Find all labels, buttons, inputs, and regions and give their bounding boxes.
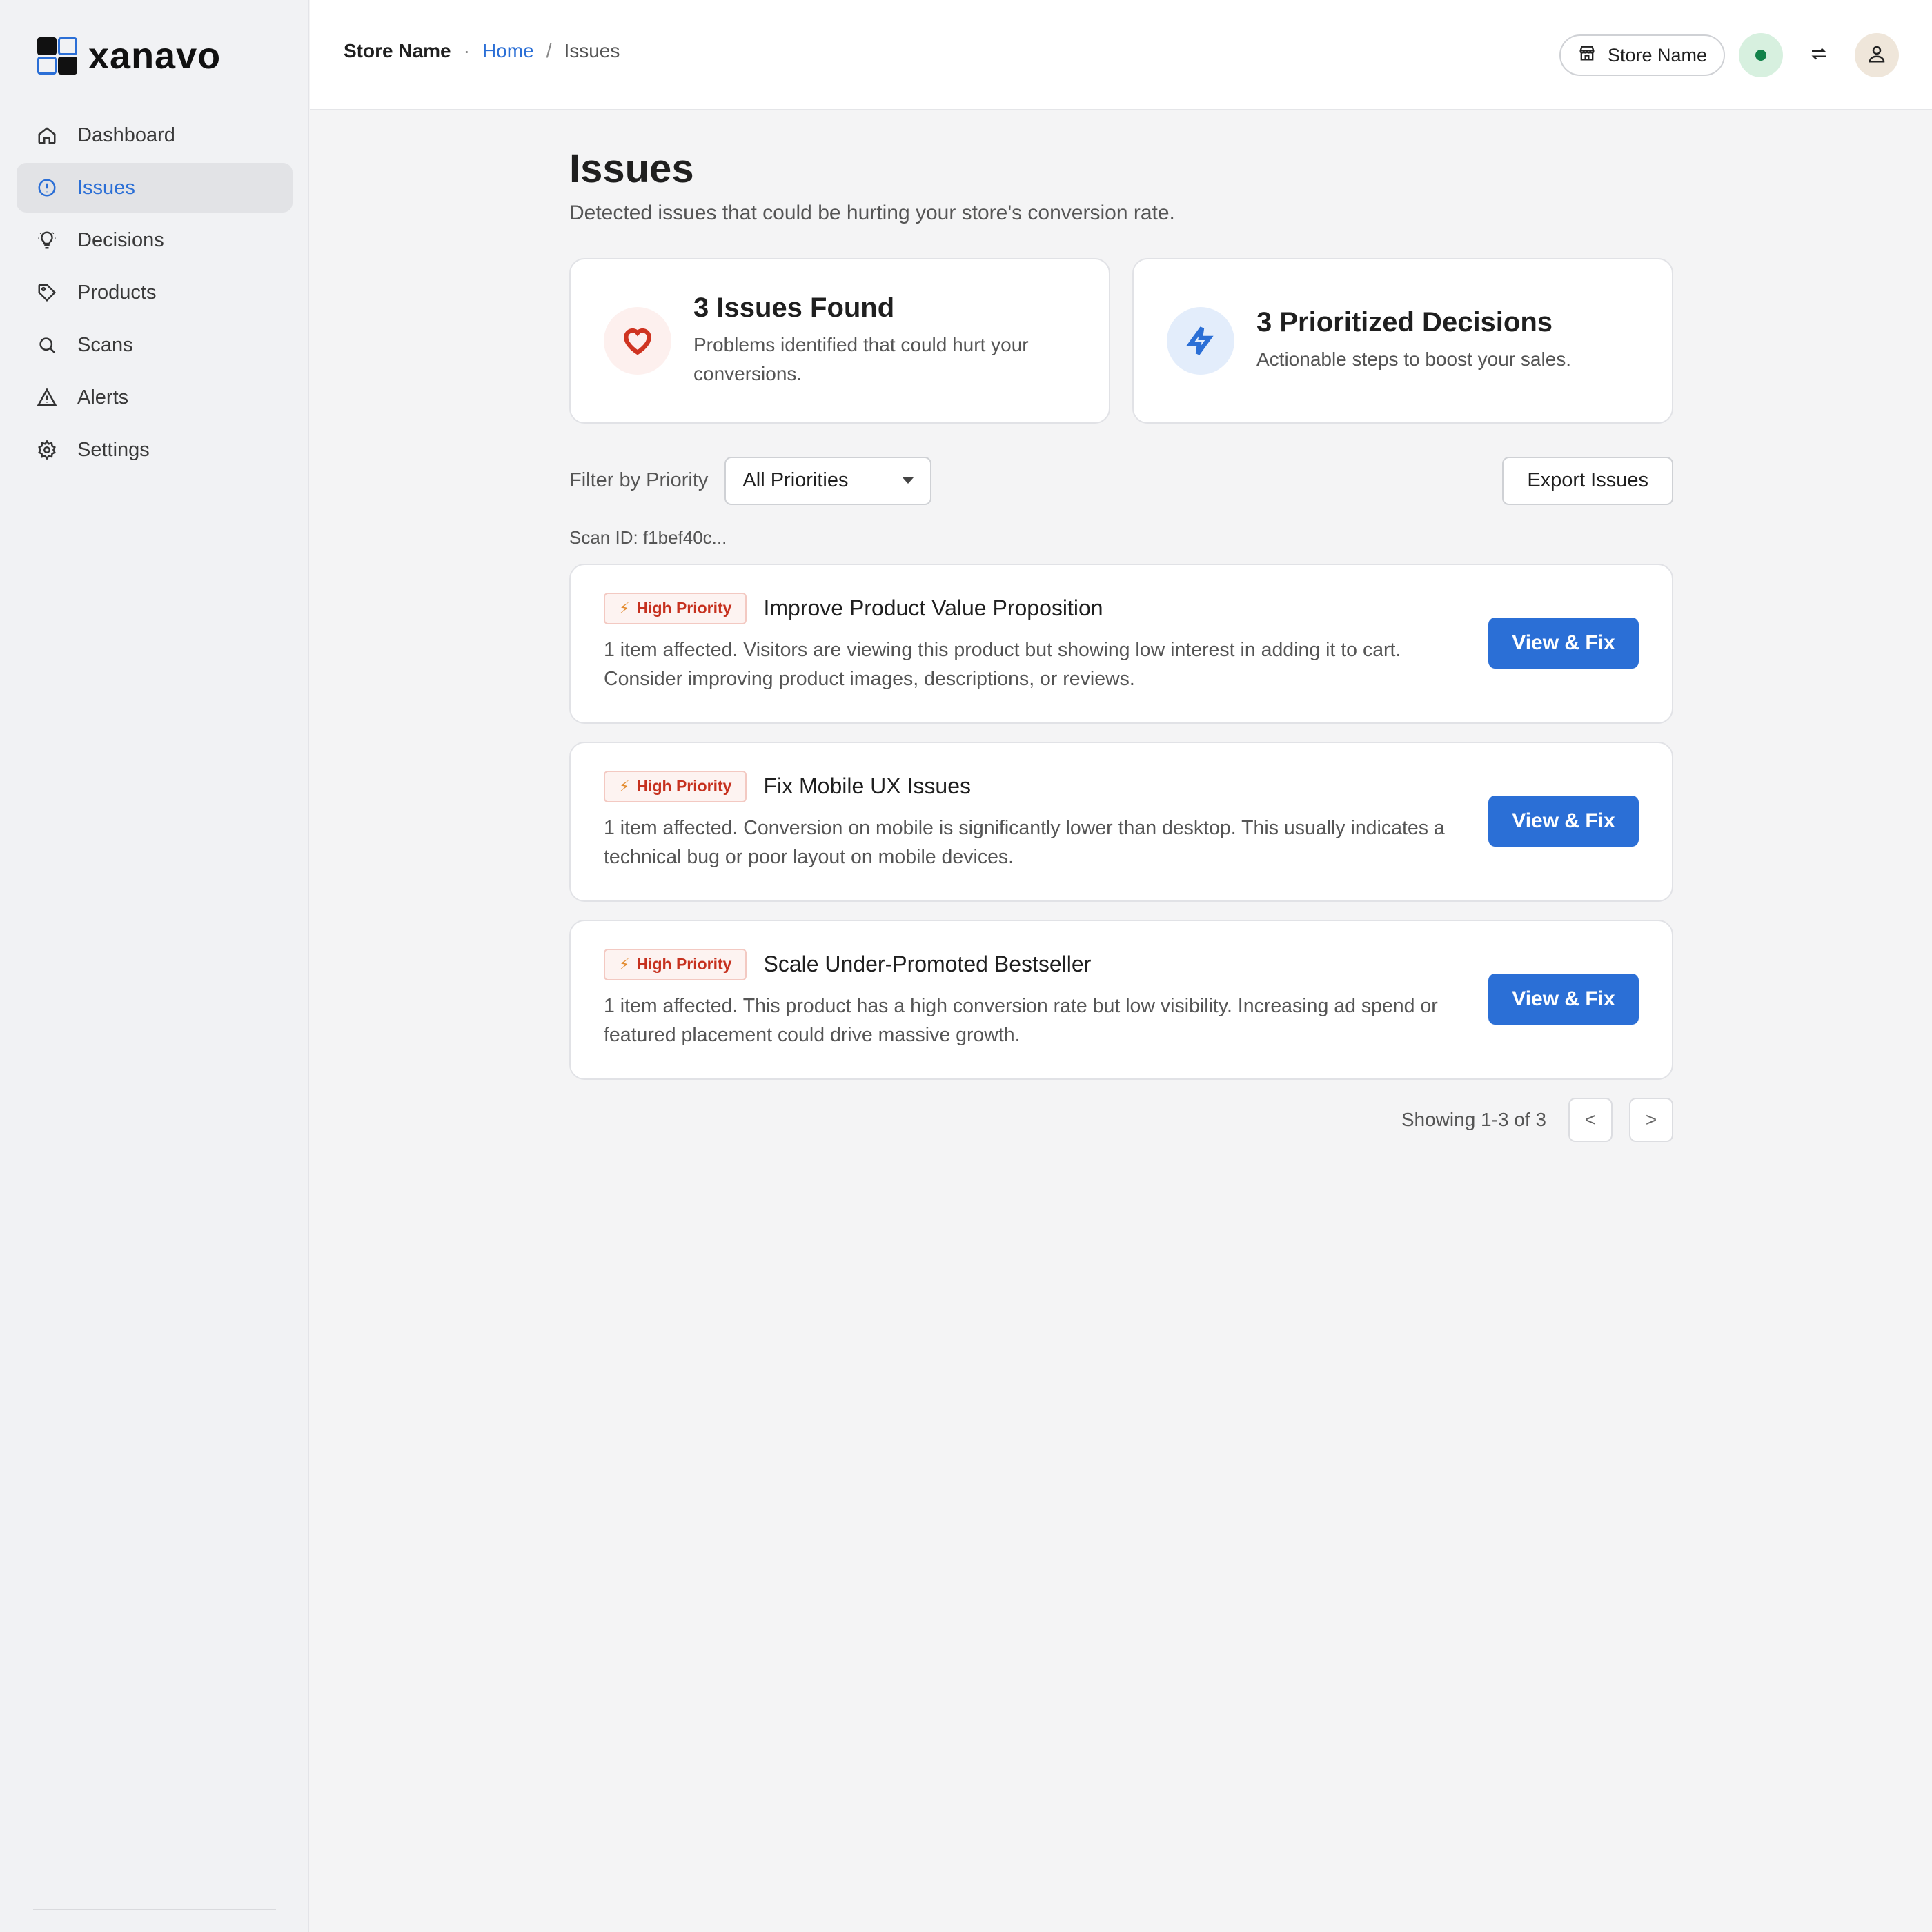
user-icon — [1866, 43, 1887, 68]
breadcrumb-separator: / — [546, 40, 552, 61]
sidebar-item-label: Issues — [77, 176, 135, 199]
issue-title: Fix Mobile UX Issues — [763, 773, 971, 799]
sync-button[interactable] — [1797, 33, 1841, 77]
search-icon — [36, 334, 58, 356]
status-dot — [1755, 50, 1766, 61]
issue-title: Scale Under-Promoted Bestseller — [763, 952, 1092, 977]
connection-status-indicator[interactable] — [1739, 33, 1783, 77]
sidebar-item-label: Products — [77, 281, 157, 304]
sidebar-item-decisions[interactable]: Decisions — [17, 215, 293, 265]
scan-id: Scan ID: f1bef40c... — [569, 526, 727, 548]
breadcrumb: Store Name · Home / Issues — [344, 40, 620, 62]
filter-label: Filter by Priority — [569, 469, 709, 492]
main-content: Issues Detected issues that could be hur… — [569, 110, 1673, 1142]
filter-row: Filter by Priority All Priorities Export… — [569, 456, 1673, 505]
breadcrumb-dot: · — [463, 40, 470, 61]
stat-description: Problems identified that could hurt your… — [693, 334, 1029, 385]
priority-badge: ⚡ High Priority — [604, 770, 747, 802]
app-root: xanavo Dashboard Issues Decisions Produc… — [0, 0, 1932, 1932]
store-pill-label: Store Name — [1607, 44, 1707, 66]
logo-mark-icon — [37, 37, 79, 75]
priority-filter: Filter by Priority All Priorities — [569, 456, 932, 505]
tag-icon — [36, 282, 58, 304]
issue-title: Improve Product Value Proposition — [763, 595, 1103, 621]
issues-found-card: 3 Issues Found Problems identified that … — [569, 257, 1110, 424]
priority-label: High Priority — [636, 599, 732, 618]
priority-badge: ⚡ High Priority — [604, 948, 747, 980]
view-fix-button[interactable]: View & Fix — [1488, 795, 1639, 847]
priority-select[interactable]: All Priorities — [724, 456, 932, 505]
sidebar-item-scans[interactable]: Scans — [17, 320, 293, 370]
page-subtitle: Detected issues that could be hurting yo… — [569, 201, 1175, 224]
sidebar-item-issues[interactable]: Issues — [17, 163, 293, 213]
stat-title: 3 Issues Found — [693, 293, 895, 324]
decisions-card: 3 Prioritized Decisions Actionable steps… — [1132, 257, 1673, 424]
next-page-button[interactable]: > — [1629, 1097, 1673, 1142]
breadcrumb-current: Issues — [564, 40, 620, 61]
sidebar-item-dashboard[interactable]: Dashboard — [17, 110, 293, 160]
logo[interactable]: xanavo — [37, 37, 221, 75]
sidebar-item-settings[interactable]: Settings — [17, 425, 293, 475]
issue-list: ⚡ High Priority Improve Product Value Pr… — [569, 563, 1673, 1080]
heart-icon — [604, 306, 671, 375]
lightning-icon — [1167, 306, 1234, 375]
store-switcher-button[interactable]: Store Name — [1559, 34, 1725, 76]
view-fix-button[interactable]: View & Fix — [1488, 617, 1639, 669]
issue-description: 1 item affected. This product has a high… — [604, 994, 1438, 1047]
priority-select-value: All Priorities — [742, 469, 849, 492]
sidebar-item-label: Scans — [77, 333, 133, 356]
sidebar-nav: Dashboard Issues Decisions Products Scan… — [17, 110, 293, 477]
top-header: Store Name · Home / Issues Store Name — [310, 0, 1932, 110]
warning-triangle-icon — [36, 386, 58, 408]
issue-card: ⚡ High Priority Improve Product Value Pr… — [569, 563, 1673, 724]
sidebar-item-alerts[interactable]: Alerts — [17, 373, 293, 422]
issue-card: ⚡ High Priority Fix Mobile UX Issues 1 i… — [569, 741, 1673, 902]
sidebar: xanavo Dashboard Issues Decisions Produc… — [0, 0, 309, 1932]
priority-label: High Priority — [636, 777, 732, 796]
sidebar-item-label: Alerts — [77, 386, 129, 408]
stat-description: Actionable steps to boost your sales. — [1256, 348, 1572, 371]
chevron-down-icon — [903, 477, 914, 484]
prev-page-button[interactable]: < — [1568, 1097, 1613, 1142]
bolt-icon: ⚡ — [619, 777, 630, 795]
view-fix-button[interactable]: View & Fix — [1488, 973, 1639, 1025]
home-icon — [36, 124, 58, 146]
store-icon — [1577, 43, 1597, 68]
stats-row: 3 Issues Found Problems identified that … — [569, 257, 1673, 424]
issue-card: ⚡ High Priority Scale Under-Promoted Bes… — [569, 919, 1673, 1080]
issue-description: 1 item affected. Conversion on mobile is… — [604, 816, 1445, 869]
bolt-icon: ⚡ — [619, 599, 630, 617]
sidebar-divider — [33, 1909, 276, 1910]
sidebar-item-label: Dashboard — [77, 124, 175, 146]
export-issues-button[interactable]: Export Issues — [1502, 456, 1673, 505]
sidebar-item-label: Settings — [77, 438, 150, 461]
sidebar-item-label: Decisions — [77, 228, 164, 251]
gear-icon — [36, 439, 58, 461]
priority-badge: ⚡ High Priority — [604, 592, 747, 624]
pagination-info: Showing 1-3 of 3 — [1401, 1108, 1546, 1130]
stat-title: 3 Prioritized Decisions — [1256, 307, 1553, 338]
lightbulb-icon — [36, 229, 58, 251]
store-name: Store Name — [344, 40, 451, 61]
logo-text: xanavo — [88, 35, 221, 77]
breadcrumb-home-link[interactable]: Home — [482, 40, 534, 62]
issue-description: 1 item affected. Visitors are viewing th… — [604, 638, 1401, 691]
priority-label: High Priority — [636, 955, 732, 974]
bolt-icon: ⚡ — [619, 955, 630, 973]
sidebar-item-products[interactable]: Products — [17, 268, 293, 317]
alert-circle-icon — [36, 177, 58, 199]
page-title: Issues — [569, 146, 694, 191]
header-actions: Store Name — [1559, 33, 1899, 77]
pagination: Showing 1-3 of 3 < > — [569, 1097, 1673, 1142]
user-avatar-button[interactable] — [1855, 33, 1899, 77]
refresh-icon — [1808, 43, 1829, 68]
